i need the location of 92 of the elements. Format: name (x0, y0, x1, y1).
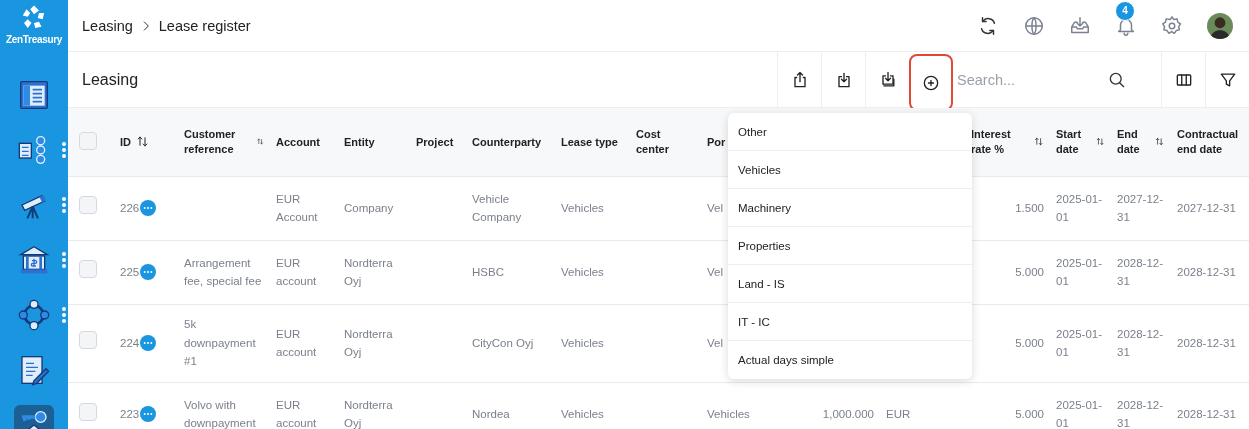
settings-icon[interactable] (1161, 14, 1183, 37)
table-cell: 2028-12-31 (1117, 327, 1164, 358)
table-cell: Volvo with downpayment (184, 398, 256, 429)
table-cell: 2028-12-31 (1117, 256, 1164, 287)
column-header[interactable]: Interest rate % (971, 127, 1044, 157)
table-cell: 2028-12-31 (1177, 336, 1236, 349)
menu-item[interactable]: Actual days simple (728, 341, 972, 379)
menu-item[interactable]: Properties (728, 227, 972, 265)
notification-count: 4 (1115, 0, 1135, 21)
table-cell: EUR (886, 408, 911, 421)
table-cell: Vehicles (561, 408, 604, 421)
column-header[interactable]: Contractual end date (1177, 127, 1243, 157)
table-cell: Vel (707, 265, 723, 278)
column-header[interactable]: Project (416, 134, 454, 149)
logo-text: ZenTreasury (5, 34, 63, 45)
menu-item[interactable]: Other (728, 113, 972, 151)
menu-item[interactable]: Land - IS (728, 265, 972, 303)
column-header[interactable]: Cost center (636, 127, 694, 157)
kebab-icon[interactable] (62, 307, 66, 323)
page-title: Leasing (82, 70, 139, 89)
more-icon[interactable] (140, 264, 157, 280)
table-cell: EUR account (276, 327, 317, 358)
kebab-icon[interactable] (62, 252, 66, 268)
network-icon (18, 299, 50, 331)
checkbox[interactable] (79, 260, 97, 279)
table-cell: 2028-12-31 (1117, 398, 1164, 429)
table-cell: 5.000 (1015, 408, 1044, 421)
table-cell: Vehicles (561, 201, 604, 214)
column-header[interactable]: ID (120, 134, 150, 150)
table-cell: Vehicle Company (472, 192, 522, 223)
table-cell: CityCon Oyj (472, 336, 534, 349)
table-cell: Vel (707, 336, 723, 349)
table-cell-text: 223 (120, 407, 140, 423)
kebab-icon[interactable] (62, 142, 66, 158)
table-cell: 5k downpayment #1 (184, 318, 256, 368)
table-cell: EUR Account (276, 192, 318, 223)
table-cell: Vel (707, 201, 723, 214)
table-cell: Company (344, 201, 394, 214)
table-cell-text: 226 (120, 200, 140, 216)
document-pen-icon (18, 354, 50, 386)
table-cell: Vehicles (561, 265, 604, 278)
table-cell: 5.000 (1015, 265, 1044, 278)
table-cell: 2027-12-31 (1177, 201, 1236, 214)
table-cell: HSBC (472, 265, 504, 278)
table-cell: 5.000 (1015, 336, 1044, 349)
breadcrumb-item: Lease register (158, 17, 251, 34)
table-cell: EUR account (276, 256, 317, 287)
table-cell: 2028-12-31 (1177, 408, 1236, 421)
checkbox[interactable] (79, 196, 97, 215)
checkbox[interactable] (79, 331, 97, 350)
checkbox[interactable] (79, 402, 97, 421)
globe-icon[interactable] (1023, 14, 1045, 37)
column-header[interactable]: Start date (1056, 127, 1105, 157)
breadcrumb-item[interactable]: Leasing (82, 17, 133, 34)
table-cell-text: 225 (120, 264, 140, 280)
table-cell: 2025-01-01 (1056, 398, 1103, 429)
dashboard-icon (18, 79, 50, 111)
table-cell: 1,000.000 (822, 408, 874, 421)
table-cell: 2025-01-01 (1056, 327, 1103, 358)
column-header[interactable]: Counterparty (472, 134, 542, 149)
table-cell: Vehicles (707, 408, 750, 421)
table-cell: 2025-01-01 (1056, 192, 1103, 223)
table-cell-text: 224 (120, 335, 140, 351)
checkbox[interactable] (79, 131, 97, 150)
person-silhouette-icon (1207, 12, 1233, 39)
avatar[interactable] (1207, 12, 1233, 39)
table-cell: Vehicles (561, 336, 604, 349)
more-icon[interactable] (140, 200, 157, 216)
table-cell: 2025-01-01 (1056, 256, 1103, 287)
bank-icon (18, 244, 50, 276)
column-header[interactable]: Customer reference (184, 127, 265, 157)
table-cell: Nordterra Oyj (344, 256, 393, 287)
table-cell: Arrangement fee, special fee (184, 256, 262, 287)
table-cell: Nordea (472, 408, 510, 421)
column-header[interactable]: Lease type (561, 134, 618, 149)
table-cell: 2028-12-31 (1177, 265, 1236, 278)
more-icon[interactable] (140, 335, 157, 351)
table-cell: Nordterra Oyj (344, 398, 393, 429)
column-header[interactable]: Por (707, 134, 726, 149)
column-header[interactable]: Entity (344, 134, 375, 149)
table-cell: Nordterra Oyj (344, 327, 393, 358)
table-cell: 2027-12-31 (1117, 192, 1164, 223)
kebab-icon[interactable] (62, 197, 66, 213)
column-header[interactable]: Account (276, 134, 320, 149)
menu-item[interactable]: Machinery (728, 189, 972, 227)
add-button[interactable] (909, 54, 953, 111)
more-icon[interactable] (140, 406, 157, 423)
menu-item[interactable]: IT - IC (728, 303, 972, 341)
menu-item[interactable]: Vehicles (728, 151, 972, 189)
table-cell: EUR account (276, 398, 317, 429)
table-cell: 1.500 (1015, 201, 1044, 214)
column-header[interactable]: End date (1117, 127, 1165, 157)
